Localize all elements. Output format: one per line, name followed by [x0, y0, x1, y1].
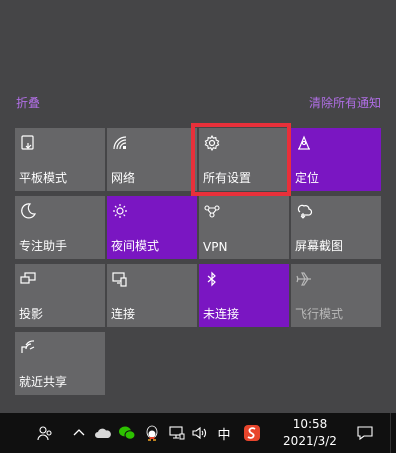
- tile-label: 就近共享: [19, 375, 68, 389]
- tablet-mode-icon: [19, 134, 37, 152]
- tile-label: 所有设置: [203, 171, 252, 185]
- action-center-header: 折叠 清除所有通知: [0, 94, 396, 112]
- tile-label: 屏幕截图: [295, 239, 344, 253]
- tile-label: 夜间模式: [111, 239, 160, 253]
- sogou-icon[interactable]: [240, 413, 264, 453]
- tile-airplane-mode[interactable]: 飞行模式: [291, 264, 381, 327]
- show-desktop-button[interactable]: [390, 413, 396, 453]
- collapse-link[interactable]: 折叠: [16, 94, 40, 111]
- tile-label: 投影: [19, 307, 44, 321]
- tile-label: 连接: [111, 307, 136, 321]
- volume-icon[interactable]: [189, 413, 211, 453]
- screenshot-icon: [295, 202, 313, 220]
- tile-label: 飞行模式: [295, 307, 344, 321]
- wechat-icon[interactable]: [116, 413, 138, 453]
- tile-label: VPN: [203, 240, 228, 254]
- network-tray-icon[interactable]: [166, 413, 188, 453]
- airplane-icon: [295, 270, 313, 288]
- tile-screenshot[interactable]: 屏幕截图: [291, 196, 381, 259]
- tile-network[interactable]: 网络: [107, 128, 197, 191]
- brightness-icon: [111, 202, 129, 220]
- onedrive-cloud-icon[interactable]: [93, 413, 113, 453]
- network-icon: [111, 134, 129, 152]
- clock-time: 10:58: [292, 417, 328, 431]
- tile-project[interactable]: 投影: [15, 264, 105, 327]
- tile-night-light[interactable]: 夜间模式: [107, 196, 197, 259]
- clock-date: 2021/3/2: [283, 434, 337, 448]
- chevron-up-icon[interactable]: [70, 413, 88, 453]
- taskbar-clock[interactable]: 10:58 2021/3/2: [277, 416, 343, 450]
- moon-icon: [19, 202, 37, 220]
- location-icon: [295, 134, 313, 152]
- tile-label: 定位: [295, 171, 320, 185]
- tile-label: 网络: [111, 171, 136, 185]
- tile-all-settings[interactable]: 所有设置: [199, 128, 289, 191]
- qq-icon[interactable]: [141, 413, 163, 453]
- project-icon: [19, 270, 37, 288]
- tile-connect[interactable]: 连接: [107, 264, 197, 327]
- action-center-button[interactable]: [350, 413, 380, 453]
- tile-location[interactable]: 定位: [291, 128, 381, 191]
- bluetooth-icon: [203, 270, 221, 288]
- tile-focus-assist[interactable]: 专注助手: [15, 196, 105, 259]
- connect-icon: [111, 270, 129, 288]
- tile-bluetooth[interactable]: 未连接: [199, 264, 289, 327]
- notification-icon: [357, 426, 373, 441]
- input-method-indicator[interactable]: 中: [213, 413, 235, 453]
- tile-tablet-mode[interactable]: 平板模式: [15, 128, 105, 191]
- tile-label: 平板模式: [19, 171, 68, 185]
- tile-vpn[interactable]: VPN: [199, 196, 289, 259]
- vpn-icon: [203, 202, 221, 220]
- tile-nearby-share[interactable]: 就近共享: [15, 332, 105, 395]
- people-icon[interactable]: [33, 413, 57, 453]
- tile-label: 未连接: [203, 307, 240, 321]
- gear-icon: [203, 134, 221, 152]
- taskbar: 中 10:58 2021/3/2: [0, 413, 396, 453]
- tile-label: 专注助手: [19, 239, 68, 253]
- nearby-share-icon: [19, 338, 37, 356]
- clear-all-notifications-link[interactable]: 清除所有通知: [309, 94, 381, 111]
